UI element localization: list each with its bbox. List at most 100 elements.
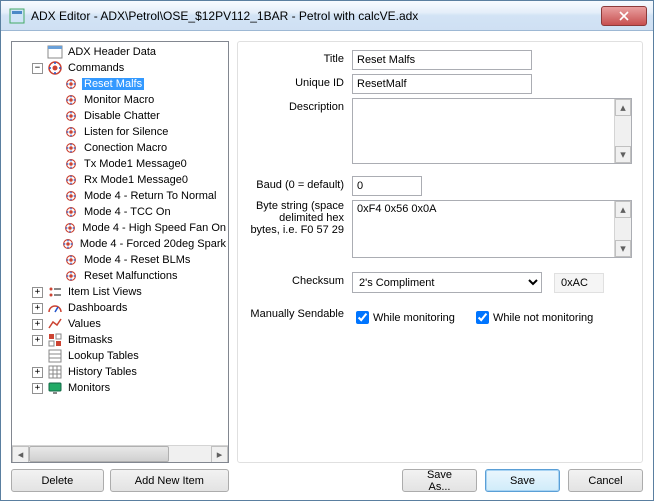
while-not-monitoring-checkbox-wrap[interactable]: While not monitoring (472, 308, 593, 327)
description-scrollbar[interactable]: ▴ ▾ (614, 99, 631, 163)
tree-node[interactable]: Listen for Silence (12, 124, 228, 140)
tree-node[interactable]: Tx Mode1 Message0 (12, 156, 228, 172)
command-icon (63, 156, 79, 172)
add-new-item-button[interactable]: Add New Item (110, 469, 229, 492)
tree-node[interactable]: + Dashboards (12, 300, 228, 316)
scroll-up-icon[interactable]: ▴ (615, 201, 631, 218)
tree-node[interactable]: Mode 4 - TCC On (12, 204, 228, 220)
dashboard-icon (47, 300, 63, 316)
tree-node[interactable]: +Values (12, 316, 228, 332)
tree-node-label: Mode 4 - Return To Normal (82, 190, 218, 202)
save-as-button[interactable]: Save As... (402, 469, 477, 492)
monitor-icon (47, 380, 63, 396)
tree-node-label: Dashboards (66, 302, 129, 314)
header-icon (47, 44, 63, 60)
tree-node-label: Disable Chatter (82, 110, 162, 122)
title-input[interactable] (352, 50, 532, 70)
window-title: ADX Editor - ADX\Petrol\OSE_$12PV112_1BA… (31, 9, 601, 23)
uniqueid-label: Unique ID (248, 74, 352, 89)
manually-sendable-label: Manually Sendable (248, 305, 352, 320)
tree[interactable]: ADX Header Data − Commands Reset Malfs Monit… (12, 42, 228, 445)
command-icon (63, 172, 79, 188)
tree-node-label: Commands (66, 62, 126, 74)
scroll-thumb[interactable] (29, 446, 169, 462)
command-icon (63, 140, 79, 156)
checksum-result: 0xAC (554, 273, 604, 293)
commands-icon (47, 60, 63, 76)
tree-node-label: Reset Malfs (82, 78, 144, 90)
scroll-down-icon[interactable]: ▾ (615, 146, 631, 163)
tree-node[interactable]: ADX Header Data (12, 44, 228, 60)
scroll-left-icon[interactable]: ◂ (12, 446, 29, 463)
command-icon (63, 124, 79, 140)
close-button[interactable] (601, 6, 647, 26)
tree-hscrollbar[interactable]: ◂ ▸ (12, 445, 228, 462)
command-icon (63, 204, 79, 220)
collapse-icon[interactable]: − (32, 63, 43, 74)
baud-label: Baud (0 = default) (248, 176, 352, 191)
tree-node-label: History Tables (66, 366, 139, 378)
tree-node[interactable]: Monitor Macro (12, 92, 228, 108)
expand-icon[interactable]: + (32, 303, 43, 314)
tree-node-label: Mode 4 - Forced 20deg Spark (78, 238, 228, 250)
tree-node[interactable]: Rx Mode1 Message0 (12, 172, 228, 188)
tree-node[interactable]: Disable Chatter (12, 108, 228, 124)
tree-node[interactable]: Reset Malfunctions (12, 268, 228, 284)
scroll-up-icon[interactable]: ▴ (615, 99, 631, 116)
tree-node[interactable]: Mode 4 - Reset BLMs (12, 252, 228, 268)
body: ADX Header Data − Commands Reset Malfs Monit… (1, 31, 653, 500)
while-monitoring-checkbox-wrap[interactable]: While monitoring (352, 308, 455, 327)
uniqueid-input[interactable] (352, 74, 532, 94)
tree-node[interactable]: + Bitmasks (12, 332, 228, 348)
history-icon (47, 364, 63, 380)
tree-node-label: Mode 4 - High Speed Fan On (80, 222, 228, 234)
title-label: Title (248, 50, 352, 65)
right-buttons: Save As... Save Cancel (237, 469, 643, 492)
bitmask-icon (47, 332, 63, 348)
tree-node[interactable]: +Monitors (12, 380, 228, 396)
command-icon (63, 188, 79, 204)
tree-node[interactable]: − Commands (12, 60, 228, 76)
command-icon (62, 220, 77, 236)
tree-node[interactable]: Reset Malfs (12, 76, 228, 92)
while-monitoring-checkbox[interactable] (356, 311, 369, 324)
scroll-right-icon[interactable]: ▸ (211, 446, 228, 463)
tree-node-label: ADX Header Data (66, 46, 158, 58)
cancel-button[interactable]: Cancel (568, 469, 643, 492)
expand-icon[interactable]: + (32, 367, 43, 378)
lookup-icon (47, 348, 63, 364)
tree-node[interactable]: Mode 4 - Return To Normal (12, 188, 228, 204)
description-textarea[interactable]: ▴ ▾ (352, 98, 632, 164)
bytestring-textarea[interactable]: 0xF4 0x56 0x0A ▴ ▾ (352, 200, 632, 258)
app-icon (9, 8, 25, 24)
expand-icon[interactable]: + (32, 319, 43, 330)
expand-icon[interactable]: + (32, 287, 43, 298)
delete-button[interactable]: Delete (11, 469, 104, 492)
tree-node-label: Lookup Tables (66, 350, 141, 362)
tree-node[interactable]: + Item List Views (12, 284, 228, 300)
bytestring-label: Byte string (space delimited hex bytes, … (248, 200, 352, 236)
command-icon (63, 76, 79, 92)
command-icon (63, 268, 79, 284)
while-not-monitoring-checkbox[interactable] (476, 311, 489, 324)
expand-icon[interactable]: + (32, 383, 43, 394)
tree-node[interactable]: Mode 4 - Forced 20deg Spark (12, 236, 228, 252)
tree-node-label: Item List Views (66, 286, 144, 298)
bytestring-scrollbar[interactable]: ▴ ▾ (614, 201, 631, 257)
tree-node[interactable]: Mode 4 - High Speed Fan On (12, 220, 228, 236)
form-panel: Title Unique ID Description ▴ ▾ (237, 41, 643, 463)
tree-node-label: Listen for Silence (82, 126, 170, 138)
scroll-down-icon[interactable]: ▾ (615, 240, 631, 257)
while-not-monitoring-label: While not monitoring (493, 312, 593, 324)
scroll-track[interactable] (29, 446, 211, 462)
listview-icon (47, 284, 63, 300)
tree-node[interactable]: + History Tables (12, 364, 228, 380)
baud-input[interactable] (352, 176, 422, 196)
tree-node-label: Bitmasks (66, 334, 115, 346)
tree-node[interactable]: Lookup Tables (12, 348, 228, 364)
expand-icon[interactable]: + (32, 335, 43, 346)
checksum-select[interactable]: 2's Compliment (352, 272, 542, 293)
save-button[interactable]: Save (485, 469, 560, 492)
tree-node[interactable]: Conection Macro (12, 140, 228, 156)
tree-node-label: Mode 4 - Reset BLMs (82, 254, 192, 266)
